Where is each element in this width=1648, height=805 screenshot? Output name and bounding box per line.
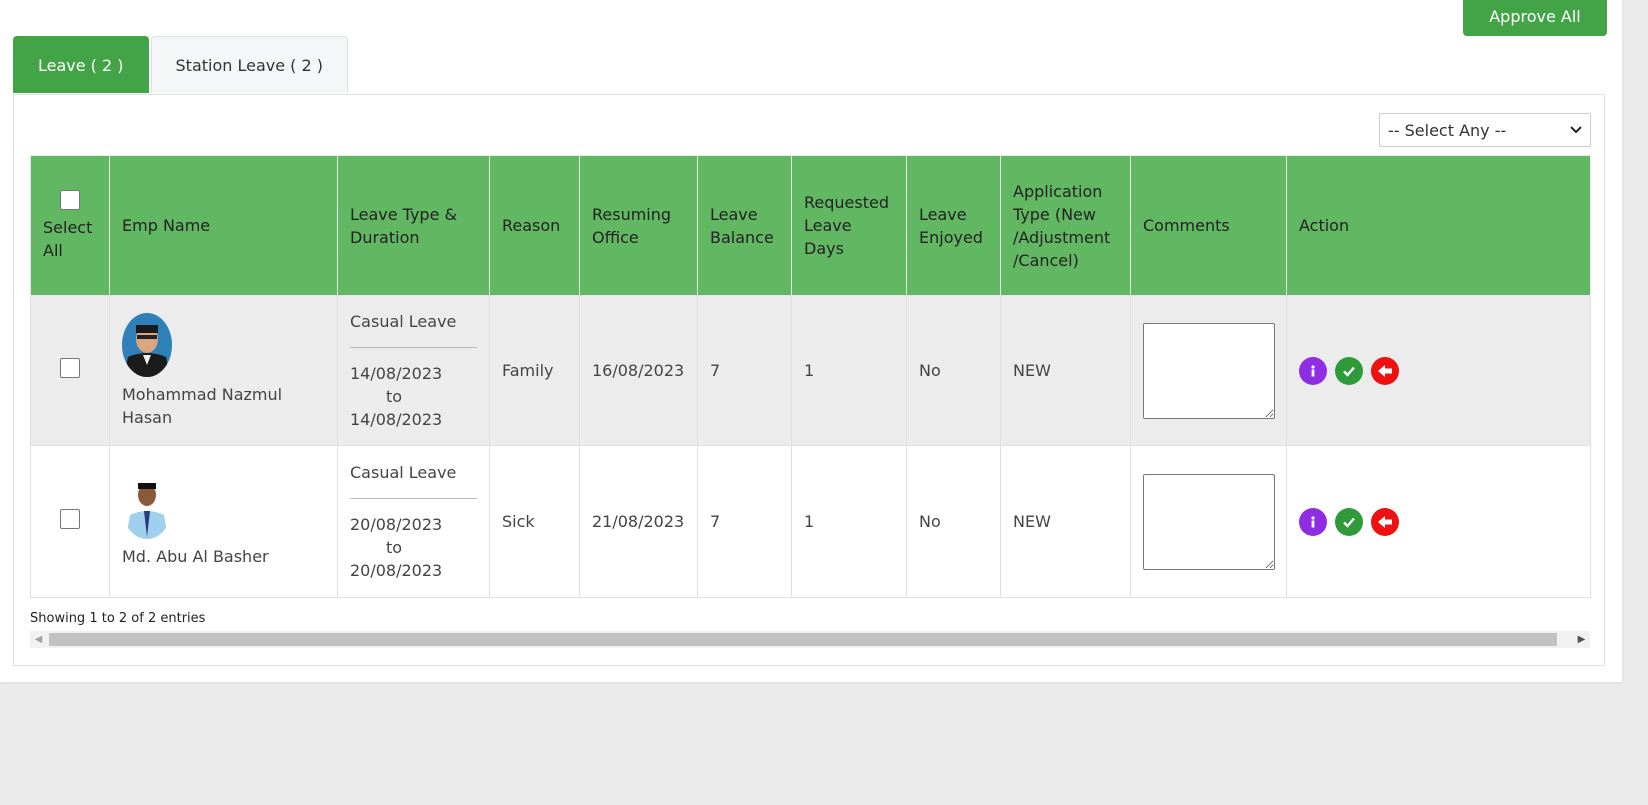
tab-bar: Leave ( 2 ) Station Leave ( 2 ) xyxy=(13,36,348,94)
tab-leave[interactable]: Leave ( 2 ) xyxy=(13,36,149,93)
row-actions xyxy=(1299,507,1578,536)
header-action[interactable]: Action xyxy=(1286,155,1591,296)
leave-type-cell: Casual Leave 14/08/2023 to 14/08/2023 xyxy=(337,295,490,446)
action-cell xyxy=(1286,445,1591,598)
header-comments[interactable]: Comments xyxy=(1130,155,1287,296)
info-icon[interactable] xyxy=(1299,356,1327,385)
avatar xyxy=(122,312,172,377)
emp-cell: Md. Abu Al Basher xyxy=(109,445,338,598)
check-icon[interactable] xyxy=(1335,507,1363,536)
entries-info: Showing 1 to 2 of 2 entries xyxy=(30,611,206,626)
leave-enjoyed-cell: No xyxy=(906,295,1001,446)
application-type-cell: NEW xyxy=(1000,445,1131,598)
check-icon[interactable] xyxy=(1335,356,1363,385)
resuming-office-cell: 16/08/2023 xyxy=(579,295,698,446)
header-leave-balance[interactable]: Leave Balance xyxy=(697,155,792,296)
row-select-cell xyxy=(30,445,110,598)
filter-select[interactable]: -- Select Any -- xyxy=(1379,113,1591,147)
emp-name: Md. Abu Al Basher xyxy=(122,547,269,566)
info-icon[interactable] xyxy=(1299,507,1327,536)
leave-to: 20/08/2023 xyxy=(350,561,443,580)
comment-textarea[interactable] xyxy=(1143,473,1275,570)
tab-station-leave[interactable]: Station Leave ( 2 ) xyxy=(150,36,348,93)
leave-balance-cell: 7 xyxy=(697,295,792,446)
row-checkbox[interactable] xyxy=(60,357,80,378)
horizontal-scrollbar[interactable]: ◀ ▶ xyxy=(30,631,1590,648)
requested-days-cell: 1 xyxy=(791,445,907,598)
arrow-left-icon[interactable] xyxy=(1371,507,1399,536)
leave-to-word: to xyxy=(386,387,403,406)
resuming-office-cell: 21/08/2023 xyxy=(579,445,698,598)
leave-from: 20/08/2023 xyxy=(350,515,443,534)
header-application-type[interactable]: Application Type (New /Adjustment /Cance… xyxy=(1000,155,1131,296)
leave-type: Casual Leave xyxy=(350,312,457,331)
chevron-down-icon xyxy=(1570,123,1582,137)
table-row: Md. Abu Al Basher Casual Leave 20/08/202… xyxy=(30,445,1591,598)
leave-type: Casual Leave xyxy=(350,463,457,482)
header-select-all-label: Select All xyxy=(43,217,93,260)
header-leave-type[interactable]: Leave Type & Duration xyxy=(337,155,490,296)
leave-enjoyed-cell: No xyxy=(906,445,1001,598)
table-header-row: Select All Emp Name Leave Type & Duratio… xyxy=(30,155,1591,296)
leave-to: 14/08/2023 xyxy=(350,410,443,429)
leave-from: 14/08/2023 xyxy=(350,364,443,383)
comments-cell xyxy=(1130,445,1287,598)
action-cell xyxy=(1286,295,1591,446)
arrow-left-icon[interactable] xyxy=(1371,356,1399,385)
row-actions xyxy=(1299,356,1578,385)
leave-balance-cell: 7 xyxy=(697,445,792,598)
header-reason[interactable]: Reason xyxy=(489,155,580,296)
approve-all-button[interactable]: Approve All xyxy=(1463,0,1607,36)
header-resuming-office[interactable]: Resuming Office xyxy=(579,155,698,296)
header-leave-enjoyed[interactable]: Leave Enjoyed xyxy=(906,155,1001,296)
requested-days-cell: 1 xyxy=(791,295,907,446)
emp-cell: Mohammad Nazmul Hasan xyxy=(109,295,338,446)
reason-cell: Family xyxy=(489,295,580,446)
avatar xyxy=(122,475,172,539)
header-requested-days[interactable]: Requested Leave Days xyxy=(791,155,907,296)
divider xyxy=(350,347,477,348)
row-checkbox[interactable] xyxy=(60,508,80,529)
select-all-checkbox[interactable] xyxy=(60,189,80,210)
scrollbar-thumb[interactable] xyxy=(49,633,1557,646)
tab-panel-leave: -- Select Any -- Select All Emp Name Lea… xyxy=(13,94,1605,666)
reason-cell: Sick xyxy=(489,445,580,598)
leave-approval-card: Approve All Leave ( 2 ) Station Leave ( … xyxy=(0,0,1622,682)
divider xyxy=(350,498,477,499)
leave-type-cell: Casual Leave 20/08/2023 to 20/08/2023 xyxy=(337,445,490,598)
application-type-cell: NEW xyxy=(1000,295,1131,446)
leave-table: Select All Emp Name Leave Type & Duratio… xyxy=(30,155,1591,598)
filter-select-value: -- Select Any -- xyxy=(1388,120,1507,140)
header-emp-name[interactable]: Emp Name xyxy=(109,155,338,296)
scroll-left-icon[interactable]: ◀ xyxy=(30,631,47,648)
header-select-all: Select All xyxy=(30,155,110,296)
leave-to-word: to xyxy=(386,538,403,557)
comments-cell xyxy=(1130,295,1287,446)
emp-name: Mohammad Nazmul Hasan xyxy=(122,384,283,427)
scroll-right-icon[interactable]: ▶ xyxy=(1573,631,1590,648)
table-row: Mohammad Nazmul Hasan Casual Leave 14/08… xyxy=(30,295,1591,446)
comment-textarea[interactable] xyxy=(1143,322,1275,419)
row-select-cell xyxy=(30,295,110,446)
